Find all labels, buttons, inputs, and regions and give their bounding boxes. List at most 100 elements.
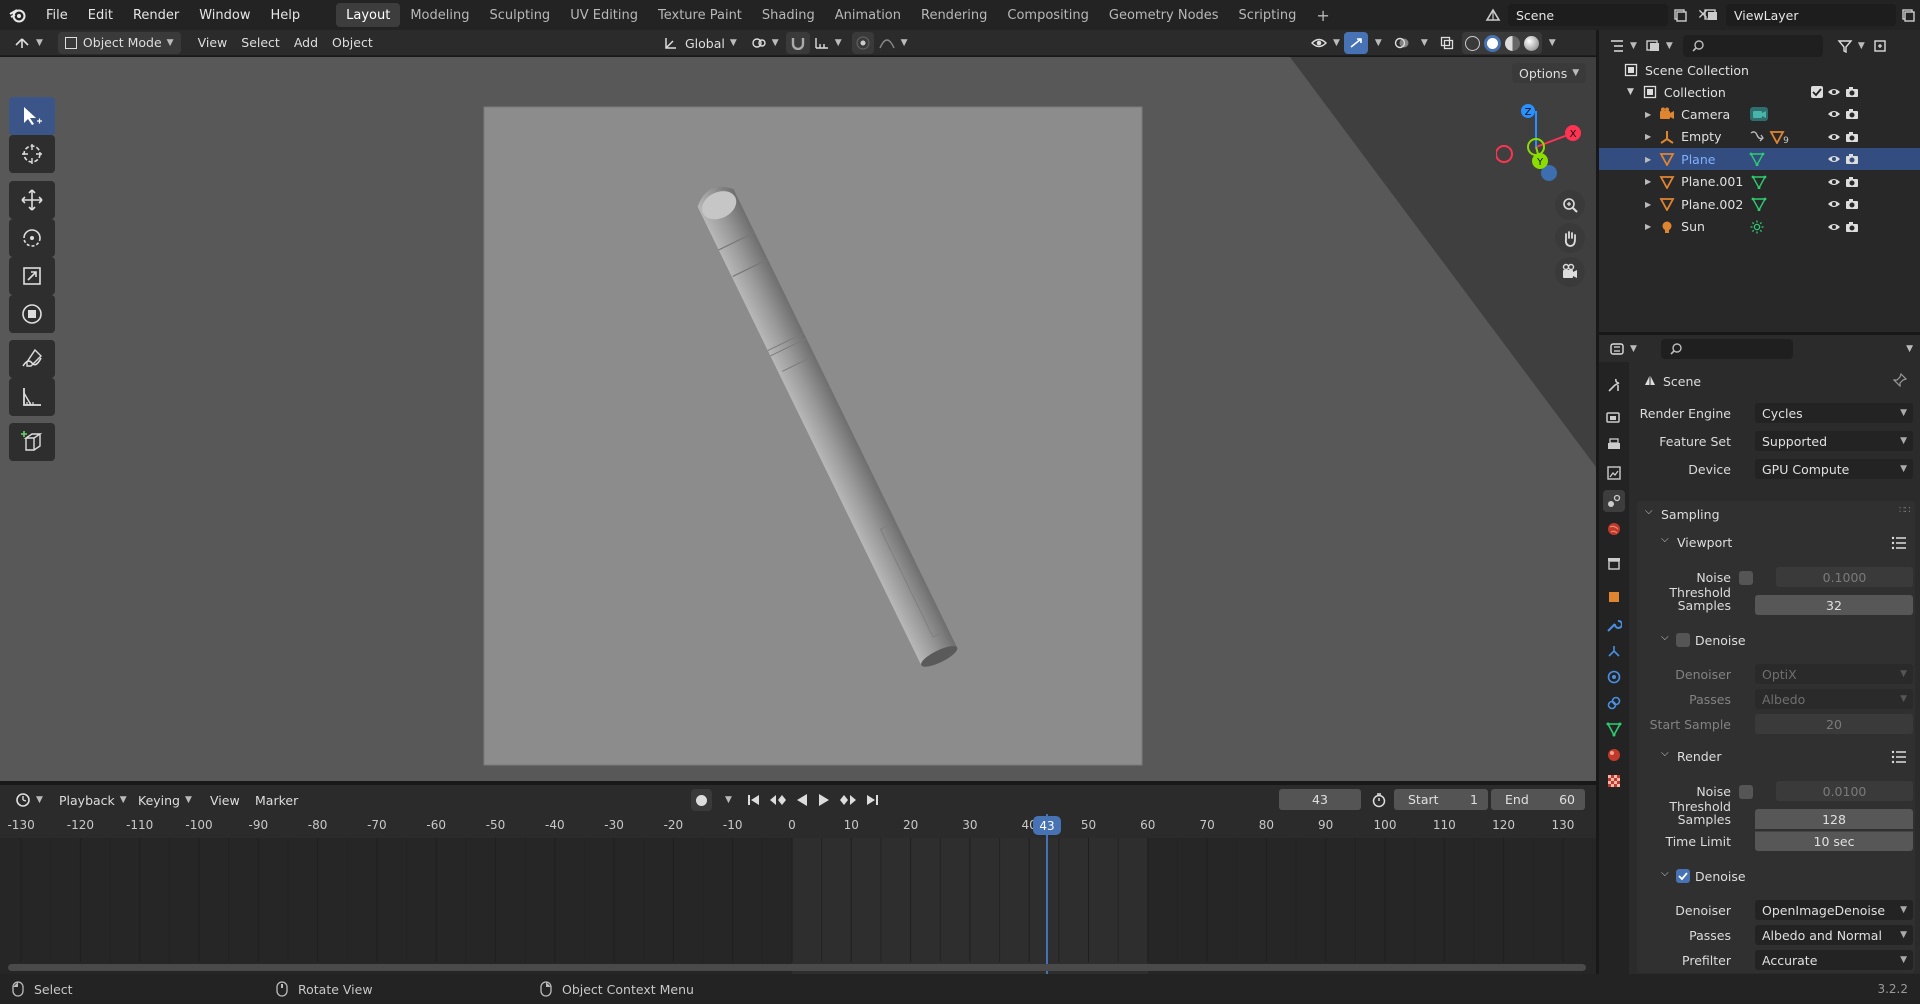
- render-presets-list-icon[interactable]: [1891, 750, 1907, 764]
- tab-shading[interactable]: Shading: [752, 3, 825, 27]
- outliner-item-plane[interactable]: ▶ Plane: [1599, 148, 1920, 170]
- mesh-data-icon[interactable]: [1751, 197, 1767, 211]
- r-denoise-header[interactable]: Denoise: [1695, 869, 1746, 884]
- render-engine-dropdown[interactable]: Cycles ▼: [1755, 403, 1913, 423]
- r-noise-threshold-checkbox[interactable]: [1739, 785, 1753, 799]
- timeline-menu-marker[interactable]: Marker: [248, 789, 305, 811]
- menu-render[interactable]: Render: [123, 0, 189, 30]
- end-frame-field[interactable]: End 60: [1491, 789, 1585, 810]
- tab-texture-paint[interactable]: Texture Paint: [648, 3, 752, 27]
- feature-set-dropdown[interactable]: Supported ▼: [1755, 431, 1913, 451]
- tab-scripting[interactable]: Scripting: [1229, 3, 1307, 27]
- editor-type-button[interactable]: ▼: [6, 32, 50, 54]
- playhead-frame-badge[interactable]: 43: [1032, 816, 1061, 835]
- 3d-viewport[interactable]: Options ▼ X Y Z: [0, 57, 1596, 781]
- render-camera-icon[interactable]: [1845, 176, 1859, 188]
- render-camera-icon[interactable]: [1845, 86, 1859, 98]
- outliner-collection[interactable]: ▼ Collection: [1599, 81, 1920, 103]
- tab-texture[interactable]: [1603, 770, 1625, 792]
- outliner-item-camera[interactable]: ▶ Camera: [1599, 103, 1920, 125]
- sun-data-icon[interactable]: [1749, 220, 1765, 234]
- camera-data-icon[interactable]: [1749, 106, 1769, 122]
- blender-logo-icon[interactable]: [0, 0, 36, 30]
- r-time-limit-field[interactable]: 10 sec: [1755, 831, 1913, 851]
- tab-particles[interactable]: [1603, 640, 1625, 662]
- timeline-scrollbar[interactable]: [8, 964, 1586, 971]
- timeline-ruler[interactable]: -130 -120 -110 -100 -90 -80 -70 -60 -50 -40 -30 -20…: [0, 814, 1596, 838]
- eye-icon[interactable]: [1827, 221, 1841, 233]
- tab-sculpting[interactable]: Sculpting: [479, 3, 560, 27]
- pivot-point-dropdown[interactable]: ▼: [744, 32, 786, 54]
- tab-layout[interactable]: Layout: [336, 3, 401, 27]
- gizmo-toggle[interactable]: [1343, 32, 1368, 54]
- tab-rendering[interactable]: Rendering: [911, 3, 997, 27]
- view-layer-field[interactable]: ViewLayer: [1726, 4, 1896, 26]
- annotate-tool[interactable]: [9, 340, 55, 378]
- new-collection-button[interactable]: [1869, 35, 1891, 57]
- tab-uv-editing[interactable]: UV Editing: [560, 3, 648, 27]
- outliner-editor-type[interactable]: ▼: [1605, 35, 1641, 57]
- jump-start-icon[interactable]: [746, 793, 762, 807]
- vp-denoise-expand-icon[interactable]: ⌵: [1661, 632, 1669, 643]
- shading-dropdown[interactable]: ▼: [1542, 32, 1558, 54]
- navigation-gizmo[interactable]: X Y Z: [1496, 97, 1592, 193]
- viewport-subpanel-header[interactable]: Viewport: [1677, 535, 1732, 550]
- material-shading-icon[interactable]: [1504, 35, 1520, 51]
- tab-modifiers[interactable]: [1603, 614, 1625, 636]
- viewport-menu-add[interactable]: Add: [287, 32, 325, 54]
- mode-dropdown[interactable]: Object Mode ▼: [57, 31, 181, 54]
- add-cube-tool[interactable]: [9, 423, 55, 461]
- snap-toggle[interactable]: [785, 32, 810, 54]
- proportional-falloff-dropdown[interactable]: ▼: [874, 32, 912, 54]
- outliner-scene-collection[interactable]: Scene Collection: [1599, 59, 1920, 81]
- constraint-icon[interactable]: [1749, 130, 1765, 144]
- sampling-header[interactable]: Sampling: [1661, 507, 1720, 522]
- tab-modeling[interactable]: Modeling: [400, 3, 479, 27]
- measure-tool[interactable]: [9, 378, 55, 416]
- tab-view-layer[interactable]: [1603, 462, 1625, 484]
- presets-list-icon[interactable]: [1891, 536, 1907, 550]
- render-expand-icon[interactable]: ⌵: [1661, 748, 1669, 759]
- display-mode-dropdown[interactable]: ▼: [1641, 35, 1677, 57]
- expand-arrow-icon[interactable]: ▶: [1645, 200, 1651, 209]
- eye-icon[interactable]: [1827, 86, 1841, 98]
- eye-icon[interactable]: [1827, 153, 1841, 165]
- eye-icon[interactable]: [1827, 131, 1841, 143]
- vp-noise-threshold-field[interactable]: 0.1000: [1776, 567, 1913, 587]
- overlays-toggle[interactable]: [1390, 32, 1414, 54]
- zoom-view-button[interactable]: [1555, 190, 1585, 220]
- cursor-tool[interactable]: [9, 135, 55, 173]
- tab-material[interactable]: [1603, 744, 1625, 766]
- jump-end-icon[interactable]: [864, 793, 880, 807]
- transform-orientation-dropdown[interactable]: Global ▼: [656, 32, 744, 54]
- overlays-dropdown[interactable]: ▼: [1414, 32, 1430, 54]
- mesh-data-icon[interactable]: [1751, 175, 1767, 189]
- viewport-menu-object[interactable]: Object: [325, 32, 380, 54]
- r-denoise-checkbox[interactable]: [1676, 869, 1690, 883]
- tab-object[interactable]: [1603, 586, 1625, 608]
- xray-toggle[interactable]: [1436, 32, 1458, 54]
- solid-shading-icon[interactable]: [1483, 34, 1501, 52]
- wireframe-shading-icon[interactable]: [1464, 35, 1480, 51]
- transform-tool[interactable]: [9, 295, 55, 333]
- outliner-item-empty[interactable]: ▶ Empty 9: [1599, 126, 1920, 148]
- tab-physics[interactable]: [1603, 666, 1625, 688]
- tab-world[interactable]: [1603, 518, 1625, 540]
- expand-arrow-icon[interactable]: ▶: [1645, 155, 1651, 164]
- options-dropdown[interactable]: Options ▼: [1512, 63, 1587, 83]
- pen-object[interactable]: [620, 167, 1020, 727]
- outliner-search[interactable]: [1682, 35, 1823, 57]
- vp-denoiser-dropdown[interactable]: OptiX ▼: [1755, 664, 1913, 684]
- scene-icon[interactable]: [1478, 7, 1508, 23]
- vp-denoise-header[interactable]: Denoise: [1695, 633, 1746, 648]
- tab-animation[interactable]: Animation: [825, 3, 911, 27]
- sampling-expand-icon[interactable]: ⌵: [1645, 506, 1653, 517]
- timeline-menu-view[interactable]: View: [203, 789, 247, 811]
- area-divider-timeline[interactable]: [0, 781, 1596, 785]
- pin-icon[interactable]: [1893, 373, 1907, 387]
- snap-target-dropdown[interactable]: ▼: [810, 32, 846, 54]
- move-tool[interactable]: [9, 181, 55, 219]
- vp-samples-field[interactable]: 32: [1755, 595, 1913, 615]
- tab-tool[interactable]: [1603, 374, 1625, 396]
- r-prefilter-dropdown[interactable]: Accurate ▼: [1755, 950, 1913, 970]
